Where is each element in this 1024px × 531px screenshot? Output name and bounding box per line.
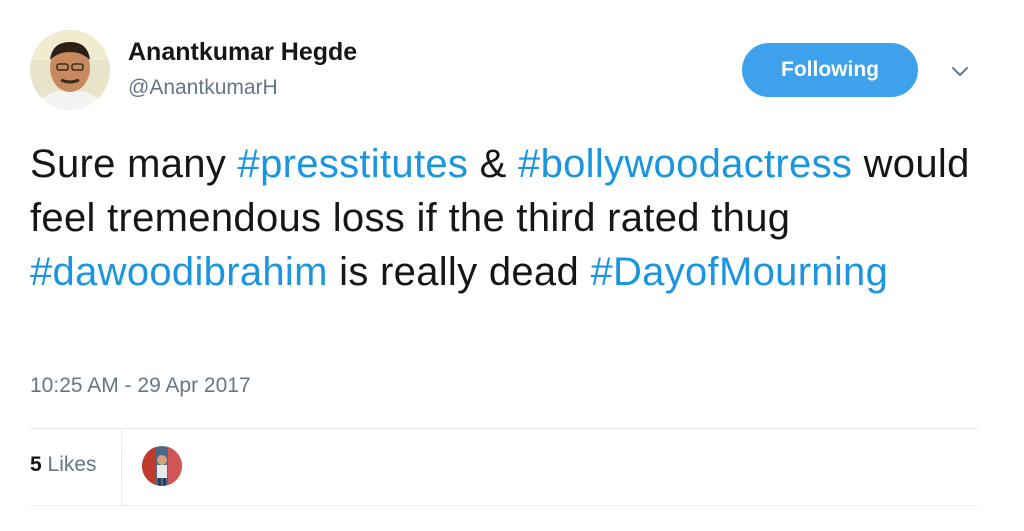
author-name[interactable]: Anantkumar Hegde xyxy=(128,38,357,67)
hashtag-link[interactable]: #DayofMourning xyxy=(590,250,888,294)
divider xyxy=(30,505,978,506)
chevron-down-icon[interactable] xyxy=(948,60,972,84)
hashtag-link[interactable]: #bollywoodactress xyxy=(518,142,852,186)
author-handle[interactable]: @AnantkumarH xyxy=(128,76,278,100)
liker-avatar[interactable] xyxy=(142,446,182,486)
divider xyxy=(30,428,978,429)
likes-count: 5 xyxy=(30,453,42,476)
tweet-header: Anantkumar Hegde @AnantkumarH Following xyxy=(30,30,990,114)
likes-label: Likes xyxy=(41,453,97,476)
profile-photo-icon xyxy=(30,30,110,110)
hashtag-link[interactable]: #dawoodibrahim xyxy=(30,250,328,294)
user-avatar-icon xyxy=(142,446,182,486)
hashtag-link[interactable]: #presstitutes xyxy=(238,142,469,186)
tweet-text-segment: is really dead xyxy=(327,250,591,294)
author-avatar[interactable] xyxy=(30,30,110,110)
tweet-timestamp[interactable]: 10:25 AM - 29 Apr 2017 xyxy=(30,374,251,398)
tweet-text-segment: Sure many xyxy=(30,142,238,186)
likes-stat[interactable]: 5 Likes xyxy=(30,453,97,477)
following-button[interactable]: Following xyxy=(742,43,918,97)
tweet-text-segment: & xyxy=(468,142,519,186)
tweet-text: Sure many #presstitutes & #bollywoodactr… xyxy=(30,137,990,299)
divider xyxy=(121,429,122,505)
